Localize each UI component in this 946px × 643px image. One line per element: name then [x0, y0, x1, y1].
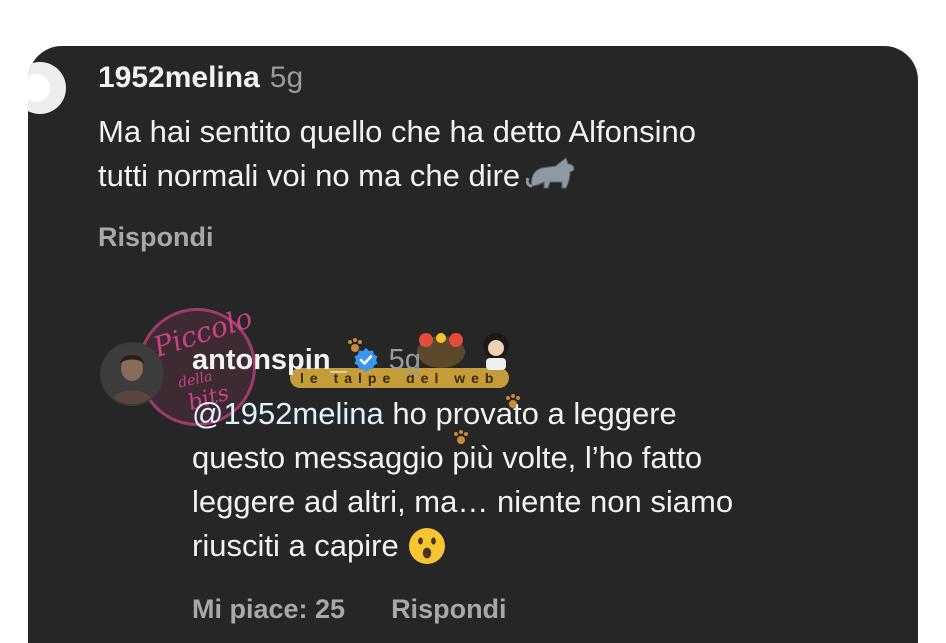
- avatar[interactable]: [28, 62, 66, 114]
- comment-text-line: @1952melina ho provato a leggere: [192, 392, 907, 436]
- comment-text-fragment: tutti normali voi no ma che dire: [98, 158, 521, 193]
- comment-text: Ma hai sentito quello che ha detto Alfon…: [98, 110, 908, 198]
- username-link[interactable]: 1952melina: [98, 61, 260, 94]
- comments-panel: 1952melina 5g Ma hai sentito quello che h…: [28, 46, 918, 643]
- reply-button[interactable]: Rispondi: [391, 594, 507, 624]
- comment-header: 1952melina 5g: [98, 60, 303, 96]
- cat-icon: [526, 157, 575, 189]
- comment-text-line: riusciti a capire: [192, 524, 907, 568]
- comment-footer: Mi piace: 25 Rispondi: [192, 594, 507, 625]
- mention-link[interactable]: @1952melina: [192, 396, 384, 431]
- comment-text-line: leggere ad altri, ma… niente non siamo: [192, 484, 734, 519]
- comment-text-fragment: riusciti a capire: [192, 528, 399, 563]
- reply-button[interactable]: Rispondi: [98, 222, 214, 253]
- likes-count-button[interactable]: Mi piace: 25: [192, 594, 345, 624]
- girl-cartoon-icon: [483, 333, 509, 370]
- comment-text-line: Ma hai sentito quello che ha detto Alfon…: [98, 114, 697, 149]
- surprised-face-icon: [408, 528, 445, 564]
- comment-text-line: tutti normali voi no ma che dire: [98, 154, 908, 198]
- comment-text-line: questo messaggio più volte, l’ho fatto: [192, 440, 703, 475]
- comment-time: 5g: [388, 344, 421, 376]
- comment-time: 5g: [269, 61, 304, 94]
- comment-header: antonspin_ 5g: [192, 342, 421, 378]
- avatar[interactable]: [100, 342, 164, 406]
- avatar-image: [28, 74, 50, 102]
- username-link[interactable]: antonspin_: [192, 344, 347, 376]
- avatar-image: [102, 344, 162, 404]
- comment-text: @1952melina ho provato a leggere questo …: [192, 392, 907, 568]
- comment-text-fragment: ho provato a leggere: [383, 396, 677, 431]
- verified-badge-icon: [354, 348, 378, 372]
